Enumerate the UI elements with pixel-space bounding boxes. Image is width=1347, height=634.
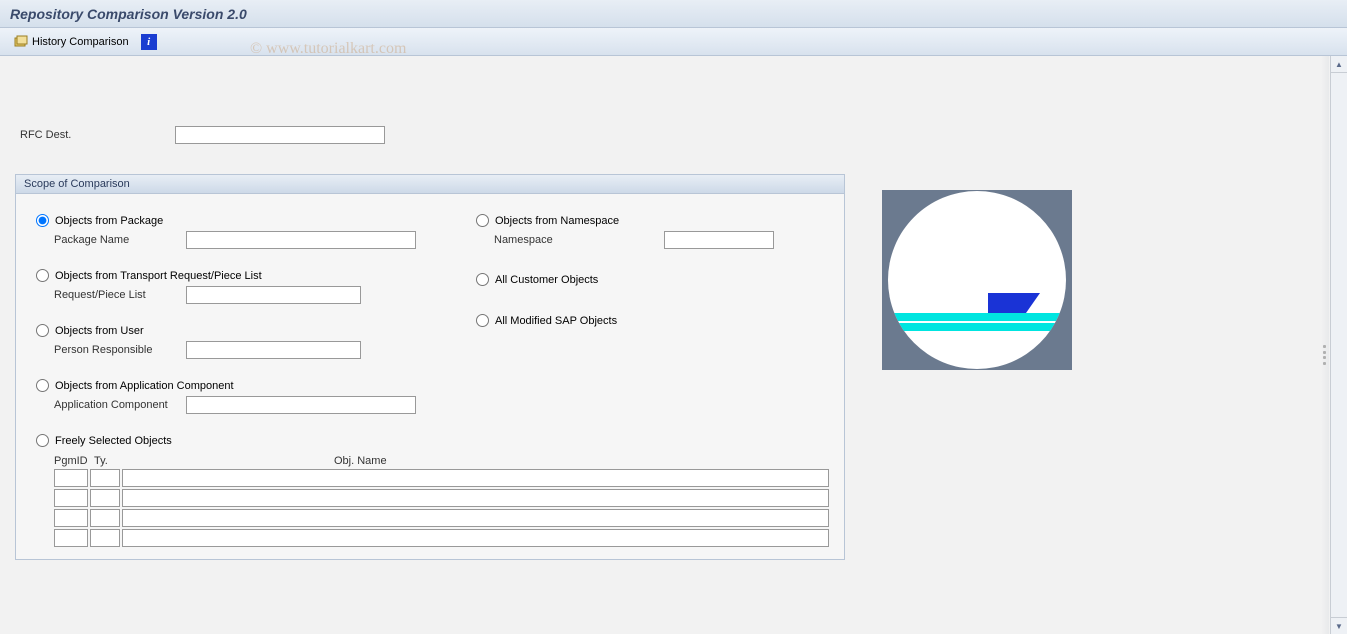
radio-objects-from-namespace[interactable]: Objects from Namespace: [476, 214, 829, 227]
radio-objects-from-user[interactable]: Objects from User: [36, 324, 476, 337]
radio-all-modified[interactable]: All Modified SAP Objects: [476, 314, 829, 327]
radio-objects-from-transport[interactable]: Objects from Transport Request/Piece Lis…: [36, 269, 476, 282]
radio-appcomp-label: Objects from Application Component: [55, 380, 234, 392]
radio-freely-selected[interactable]: Freely Selected Objects: [36, 434, 476, 447]
radio-transport-label: Objects from Transport Request/Piece Lis…: [55, 270, 262, 282]
free-table: [54, 469, 829, 547]
info-icon[interactable]: i: [141, 34, 157, 50]
cell-obj[interactable]: [122, 509, 829, 527]
appcomp-input[interactable]: [186, 396, 416, 414]
history-comparison-button[interactable]: History Comparison: [8, 33, 135, 51]
cell-obj[interactable]: [122, 489, 829, 507]
cell-pgmid[interactable]: [54, 509, 88, 527]
scope-group-title: Scope of Comparison: [16, 175, 844, 194]
cell-ty[interactable]: [90, 529, 120, 547]
radio-objects-from-appcomp[interactable]: Objects from Application Component: [36, 379, 476, 392]
table-row: [54, 509, 829, 527]
transport-label: Request/Piece List: [54, 289, 186, 301]
radio-appcomp-input[interactable]: [36, 379, 49, 392]
table-row: [54, 529, 829, 547]
free-table-header: PgmID Ty. Obj. Name: [54, 455, 829, 467]
radio-namespace-input[interactable]: [476, 214, 489, 227]
namespace-label: Namespace: [494, 234, 664, 246]
th-obj: Obj. Name: [334, 455, 564, 467]
cell-pgmid[interactable]: [54, 489, 88, 507]
transport-input[interactable]: [186, 286, 361, 304]
package-name-label: Package Name: [54, 234, 186, 246]
table-row: [54, 489, 829, 507]
radio-modified-label: All Modified SAP Objects: [495, 315, 617, 327]
appcomp-label: Application Component: [54, 399, 186, 411]
package-name-input[interactable]: [186, 231, 416, 249]
th-pgmid: PgmID: [54, 455, 94, 467]
scroll-up-icon[interactable]: ▲: [1331, 56, 1347, 73]
history-icon: [14, 35, 28, 49]
rfc-dest-label: RFC Dest.: [20, 129, 175, 141]
cell-obj[interactable]: [122, 469, 829, 487]
radio-transport-input[interactable]: [36, 269, 49, 282]
radio-customer-input[interactable]: [476, 273, 489, 286]
cell-ty[interactable]: [90, 489, 120, 507]
radio-free-label: Freely Selected Objects: [55, 435, 172, 447]
title-bar: Repository Comparison Version 2.0: [0, 0, 1347, 28]
rfc-dest-input[interactable]: [175, 126, 385, 144]
radio-user-input[interactable]: [36, 324, 49, 337]
scope-group: Scope of Comparison Objects from Package…: [15, 174, 845, 560]
content-area: RFC Dest. Scope of Comparison Objects fr…: [0, 56, 1347, 634]
namespace-input[interactable]: [664, 231, 774, 249]
radio-free-input[interactable]: [36, 434, 49, 447]
radio-all-customer[interactable]: All Customer Objects: [476, 273, 829, 286]
cell-ty[interactable]: [90, 509, 120, 527]
radio-user-label: Objects from User: [55, 325, 144, 337]
page-title: Repository Comparison Version 2.0: [10, 6, 247, 22]
cell-obj[interactable]: [122, 529, 829, 547]
radio-customer-label: All Customer Objects: [495, 274, 598, 286]
decorative-image: [882, 190, 1072, 370]
radio-objects-from-package[interactable]: Objects from Package: [36, 214, 476, 227]
radio-modified-input[interactable]: [476, 314, 489, 327]
person-responsible-input[interactable]: [186, 341, 361, 359]
radio-package-input[interactable]: [36, 214, 49, 227]
cell-pgmid[interactable]: [54, 529, 88, 547]
table-row: [54, 469, 829, 487]
cell-ty[interactable]: [90, 469, 120, 487]
th-ty: Ty.: [94, 455, 134, 467]
scroll-down-icon[interactable]: ▼: [1331, 617, 1347, 634]
radio-namespace-label: Objects from Namespace: [495, 215, 619, 227]
toolbar: History Comparison i: [0, 28, 1347, 56]
rfc-dest-row: RFC Dest.: [20, 126, 1347, 144]
vertical-scrollbar[interactable]: ▲ ▼: [1330, 56, 1347, 634]
cell-pgmid[interactable]: [54, 469, 88, 487]
person-responsible-label: Person Responsible: [54, 344, 186, 356]
radio-package-label: Objects from Package: [55, 215, 163, 227]
history-comparison-label: History Comparison: [32, 36, 129, 48]
resize-grip[interactable]: [1321, 56, 1329, 634]
